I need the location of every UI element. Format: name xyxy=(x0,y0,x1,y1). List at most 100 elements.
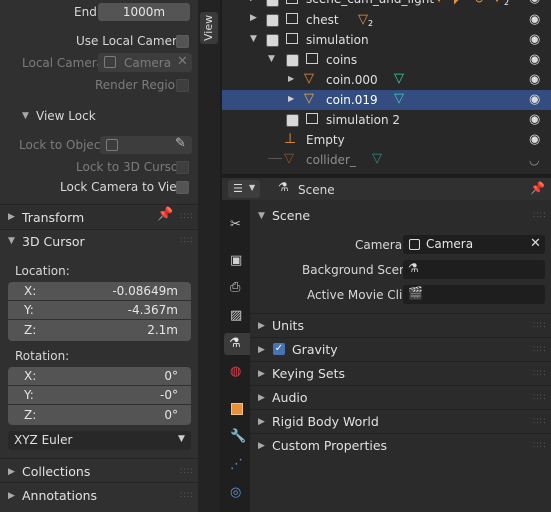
use-local-camera-checkbox[interactable] xyxy=(176,35,189,48)
collections-title[interactable]: Collections xyxy=(22,464,90,479)
collection-checkbox[interactable] xyxy=(266,34,279,47)
clear-icon[interactable]: ✕ xyxy=(177,54,188,69)
object-name[interactable]: Empty xyxy=(306,133,345,147)
chevron-right-icon[interactable]: ▶ xyxy=(258,321,265,331)
tab-view[interactable]: View xyxy=(200,12,218,44)
tab-output[interactable]: ⎙ xyxy=(224,277,250,299)
rotation-y-field[interactable]: Y: -0° xyxy=(8,386,191,404)
location-x-field[interactable]: X: -0.08649m xyxy=(8,282,191,300)
chevron-right-icon[interactable]: ▶ xyxy=(8,212,15,222)
view-lock-title[interactable]: View Lock xyxy=(36,109,96,123)
tab-world[interactable]: ◍ xyxy=(224,361,250,383)
lock-to-3d-cursor-checkbox[interactable] xyxy=(176,161,189,174)
eye-icon[interactable]: ◉ xyxy=(529,32,540,47)
drag-handle-icon[interactable]: ∷∷ xyxy=(533,441,546,451)
drag-handle-icon[interactable]: ∷∷ xyxy=(180,236,193,246)
chevron-down-icon[interactable]: ▼ xyxy=(268,54,275,64)
drag-handle-icon[interactable]: ∷∷ xyxy=(533,211,546,221)
outliner-row[interactable]: ▼ simulation ◉ xyxy=(222,30,551,50)
chevron-right-icon[interactable]: ▶ xyxy=(8,467,15,477)
chevron-down-icon[interactable]: ▼ xyxy=(8,236,15,246)
rotation-mode-dropdown[interactable]: XYZ Euler ▼ xyxy=(8,431,191,450)
lock-camera-to-view-checkbox[interactable] xyxy=(176,181,189,194)
chevron-right-icon[interactable]: ▶ xyxy=(258,441,265,451)
rigid-body-world-panel-title[interactable]: Rigid Body World xyxy=(272,414,379,429)
outliner-row[interactable]: ▼ coins ◉ xyxy=(222,50,551,70)
collection-name[interactable]: simulation 2 xyxy=(326,113,400,127)
outliner-row[interactable]: ▶ scene_cam_and_light ✦ ◤ ↻ ✦ 2 ◉ xyxy=(222,0,551,10)
chevron-down-icon[interactable]: ▼ xyxy=(22,111,29,121)
collection-name[interactable]: scene_cam_and_light xyxy=(306,0,434,6)
object-name[interactable]: collider_ xyxy=(306,153,356,167)
drag-handle-icon[interactable]: ∷∷ xyxy=(180,491,193,501)
chevron-down-icon[interactable]: ▼ xyxy=(258,211,265,221)
background-scene-field[interactable]: ⚗ xyxy=(403,260,545,279)
drag-handle-icon[interactable]: ∷∷ xyxy=(533,417,546,427)
editor-type-dropdown[interactable]: ☰ ▼ xyxy=(228,180,260,198)
chevron-right-icon[interactable]: ▶ xyxy=(258,417,265,427)
custom-properties-panel-title[interactable]: Custom Properties xyxy=(272,438,387,453)
object-name[interactable]: coin.019 xyxy=(326,93,378,107)
tab-object[interactable] xyxy=(224,398,250,420)
local-camera-field[interactable]: Camera ✕ xyxy=(98,53,192,72)
annotations-title[interactable]: Annotations xyxy=(22,488,97,503)
eye-closed-icon[interactable]: ◡ xyxy=(529,153,539,167)
eye-icon[interactable]: ◉ xyxy=(529,112,540,127)
outliner-row[interactable]: ⊥ Empty ◉ xyxy=(222,130,551,150)
collection-checkbox[interactable] xyxy=(286,54,299,67)
collection-checkbox[interactable] xyxy=(266,0,279,7)
eye-icon[interactable]: ◉ xyxy=(529,12,540,27)
pin-icon[interactable]: 📌 xyxy=(530,181,545,195)
chevron-right-icon[interactable]: ▶ xyxy=(258,393,265,403)
drag-handle-icon[interactable]: ∷∷ xyxy=(533,345,546,355)
mesh-data-icon[interactable]: ▽ xyxy=(394,91,404,106)
eye-icon[interactable]: ◉ xyxy=(529,132,540,147)
chevron-right-icon[interactable]: ▶ xyxy=(250,0,257,3)
transform-title[interactable]: Transform xyxy=(22,210,84,225)
pin-icon[interactable]: 📌 xyxy=(157,207,173,222)
rotation-x-field[interactable]: X: 0° xyxy=(8,367,191,385)
location-y-field[interactable]: Y: -4.367m xyxy=(8,301,191,319)
chevron-right-icon[interactable]: ▶ xyxy=(288,94,294,103)
chevron-right-icon[interactable]: ▶ xyxy=(288,74,294,83)
outliner-row[interactable]: simulation 2 ◉ xyxy=(222,110,551,130)
collection-name[interactable]: simulation xyxy=(306,33,369,47)
camera-field[interactable]: Camera ✕ xyxy=(403,235,545,254)
tab-view-layer[interactable]: ▨ xyxy=(224,305,250,327)
tab-scene[interactable]: ⚗ xyxy=(224,333,250,355)
outliner-row[interactable]: ▽ collider_ ▽ ◡ xyxy=(222,150,551,170)
chevron-right-icon[interactable]: ▶ xyxy=(250,13,257,23)
mesh-data-icon[interactable]: ▽ xyxy=(394,71,404,86)
chevron-right-icon[interactable]: ▶ xyxy=(258,345,265,355)
eye-icon[interactable]: ◉ xyxy=(529,72,540,87)
collection-checkbox[interactable] xyxy=(266,14,279,27)
chevron-right-icon[interactable]: ▶ xyxy=(8,491,15,501)
audio-panel-title[interactable]: Audio xyxy=(272,390,308,405)
collection-checkbox[interactable] xyxy=(286,114,299,127)
collection-name[interactable]: chest xyxy=(306,13,339,27)
tab-particles[interactable]: ⋰ xyxy=(224,454,250,476)
eyedropper-icon[interactable]: ✎ xyxy=(175,136,186,151)
collection-name[interactable]: coins xyxy=(326,53,357,67)
units-panel-title[interactable]: Units xyxy=(272,318,304,333)
eye-icon[interactable]: ◉ xyxy=(529,92,540,107)
rotation-z-field[interactable]: Z: 0° xyxy=(8,405,191,425)
gravity-checkbox[interactable]: ✓ xyxy=(273,343,285,355)
gravity-panel-title[interactable]: Gravity xyxy=(292,342,338,357)
render-region-checkbox[interactable] xyxy=(176,79,189,92)
eye-icon[interactable]: ◉ xyxy=(529,52,540,67)
tab-modifiers[interactable]: 🔧 xyxy=(224,426,250,448)
chevron-right-icon[interactable]: ▶ xyxy=(258,369,265,379)
object-name[interactable]: coin.000 xyxy=(326,73,378,87)
drag-handle-icon[interactable]: ∷∷ xyxy=(533,369,546,379)
chevron-down-icon[interactable]: ▼ xyxy=(250,34,257,44)
lock-to-object-field[interactable]: ✎ xyxy=(100,136,192,154)
drag-handle-icon[interactable]: ∷∷ xyxy=(180,467,193,477)
outliner-row[interactable]: ▶ ▽ coin.000 ▽ ◉ xyxy=(222,70,551,90)
drag-handle-icon[interactable]: ∷∷ xyxy=(533,321,546,331)
drag-handle-icon[interactable]: ∷∷ xyxy=(533,393,546,403)
3d-cursor-title[interactable]: 3D Cursor xyxy=(22,234,85,249)
tab-physics[interactable]: ◎ xyxy=(224,482,250,504)
mesh-data-icon[interactable]: ▽ xyxy=(372,151,382,166)
scene-panel-title[interactable]: Scene xyxy=(272,208,310,223)
